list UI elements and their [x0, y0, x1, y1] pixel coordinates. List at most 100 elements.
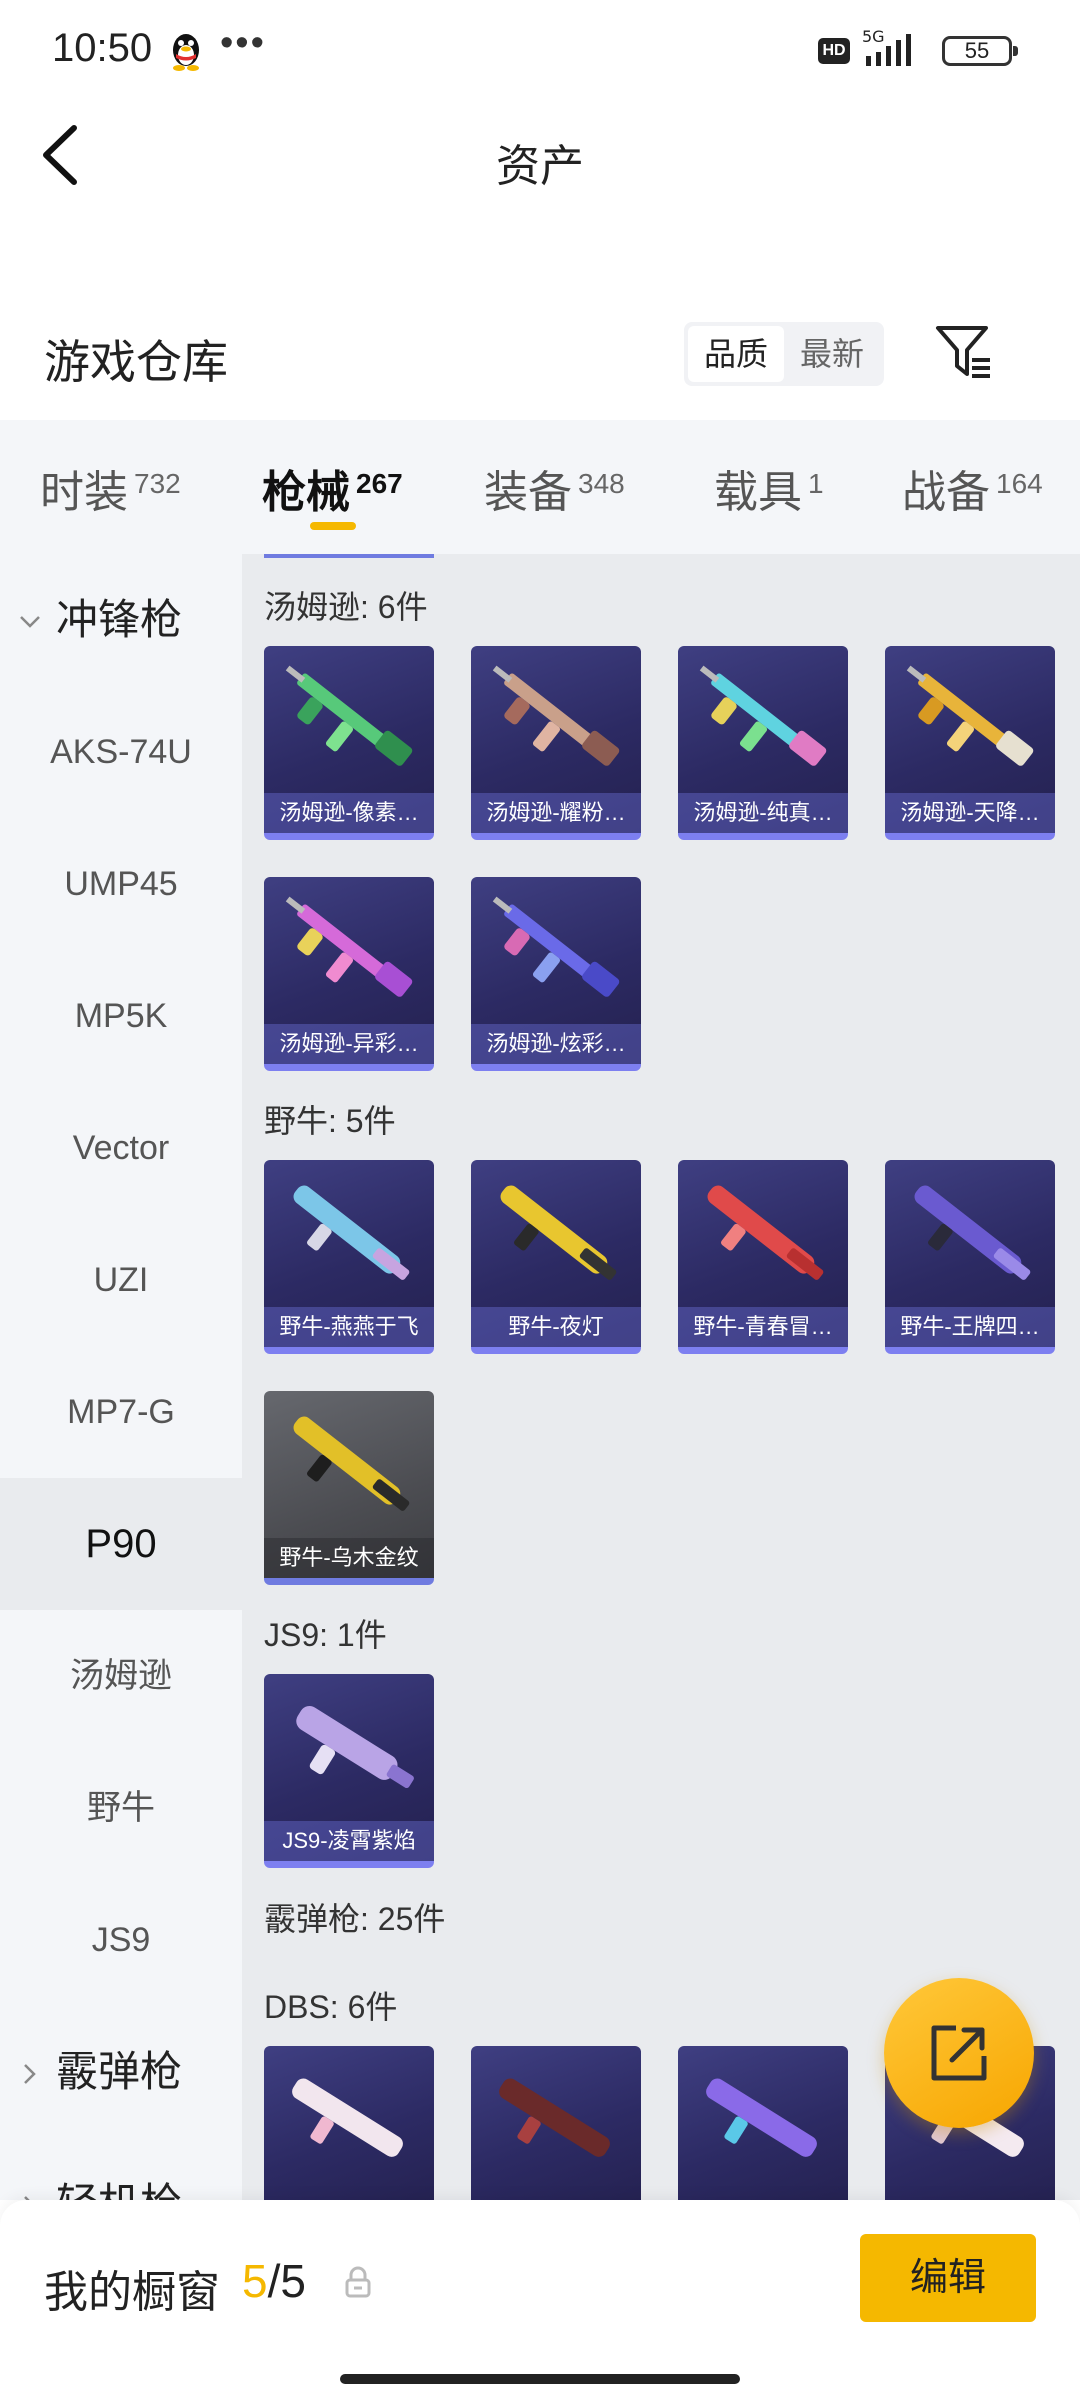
sidebar-item-mp5k[interactable]: MP5K [0, 950, 242, 1082]
group-label-dbs: DBS: 6件 [264, 1989, 398, 2025]
weapon-card-name: 汤姆逊-耀粉… [471, 793, 641, 833]
sidebar-item-p90[interactable]: P90 [0, 1478, 242, 1610]
thompson-gun-icon [492, 896, 620, 997]
warehouse-title: 游戏仓库 [44, 336, 228, 388]
group-label-shotgun: 霰弹枪: 25件 [264, 1901, 446, 1937]
weapon-card-name: 汤姆逊-炫彩… [471, 1024, 641, 1064]
filter-icon[interactable] [934, 322, 994, 382]
tab-count: 1 [808, 468, 824, 499]
weapon-card-name: 野牛-乌木金纹 [264, 1538, 434, 1578]
weapon-card-name: 野牛-青春冒… [678, 1307, 848, 1347]
weapon-card[interactable]: 野牛-乌木金纹 [264, 1391, 434, 1585]
tab-count: 348 [578, 468, 625, 499]
share-button[interactable] [884, 1978, 1034, 2128]
sidebar-group-shotgun[interactable]: 霰弹枪 [0, 2006, 242, 2138]
weapon-card-name: 汤姆逊-天降… [885, 793, 1055, 833]
weapon-card[interactable] [471, 2046, 641, 2200]
tab-label: 装备 [484, 468, 572, 517]
bison-gun-icon [293, 1416, 410, 1511]
sidebar-group-label: 轻机枪 [56, 2180, 182, 2200]
sort-option-quality[interactable]: 品质 [688, 326, 784, 382]
tab-outfits[interactable]: 时装 732 [40, 456, 181, 520]
tab-firearms[interactable]: 枪械 267 [262, 456, 403, 520]
sidebar-item-mp7g[interactable]: MP7-G [0, 1346, 242, 1478]
tab-vehicles[interactable]: 载具 1 [714, 456, 824, 520]
weapon-card-name: 野牛-王牌四… [885, 1307, 1055, 1347]
weapon-card-name: 汤姆逊-异彩… [264, 1024, 434, 1064]
weapon-card-name: 野牛-燕燕于飞 [264, 1307, 434, 1347]
bison-gun-icon [293, 1185, 410, 1280]
showcase-label: 我的橱窗 [44, 2268, 220, 2317]
battery-level: 55 [964, 38, 990, 63]
weapon-card[interactable]: 汤姆逊-纯真… [678, 646, 848, 840]
bison-gun-icon [707, 1185, 824, 1280]
js9-gun-icon [296, 1706, 414, 1789]
tab-combat-gear[interactable]: 战备 164 [902, 456, 1043, 520]
sidebar-group-lmg[interactable]: 轻机枪 [0, 2138, 242, 2200]
dbs-shotgun-icon [499, 2078, 610, 2157]
weapon-card[interactable]: 汤姆逊-像素… [264, 646, 434, 840]
thompson-gun-icon [699, 665, 827, 766]
showcase-bar: 我的橱窗 5/5 编辑 [0, 2200, 1080, 2400]
weapon-card[interactable]: JS9-凌霄紫焰 [264, 1674, 434, 1868]
thompson-gun-icon [285, 896, 413, 997]
thompson-gun-icon [285, 665, 413, 766]
sidebar-item-ump45[interactable]: UMP45 [0, 818, 242, 950]
weapon-card[interactable]: 汤姆逊-异彩… [264, 877, 434, 1071]
category-tabs: 时装 732 枪械 267 装备 348 载具 1 战备 164 [0, 420, 1080, 554]
tab-count: 164 [996, 468, 1043, 499]
group-label-bison: 野牛: 5件 [264, 1103, 396, 1139]
dbs-shotgun-icon [706, 2078, 817, 2157]
thompson-gun-icon [492, 665, 620, 766]
qq-penguin-icon [173, 34, 199, 71]
weapon-card[interactable]: 野牛-王牌四… [885, 1160, 1055, 1354]
weapon-card[interactable]: 汤姆逊-天降… [885, 646, 1055, 840]
weapon-card[interactable]: 野牛-燕燕于飞 [264, 1160, 434, 1354]
weapon-card-name: JS9-凌霄紫焰 [264, 1821, 434, 1861]
sidebar-item-bison[interactable]: 野牛 [0, 1742, 242, 1874]
weapon-card[interactable]: 汤姆逊-耀粉… [471, 646, 641, 840]
network-label: 5G [862, 27, 885, 46]
tab-label: 时装 [40, 468, 128, 517]
weapon-card[interactable]: 野牛-青春冒… [678, 1160, 848, 1354]
group-label-js9: JS9: 1件 [264, 1617, 387, 1653]
weapon-card[interactable] [678, 2046, 848, 2200]
tab-label: 枪械 [262, 468, 350, 517]
hd-icon: HD [818, 38, 850, 64]
status-time: 10:50 [52, 26, 153, 70]
dbs-shotgun-icon [292, 2078, 403, 2157]
battery-icon: 55 [942, 36, 1018, 66]
weapon-card[interactable] [264, 2046, 434, 2200]
thompson-gun-icon [906, 665, 1034, 766]
page-title: 资产 [496, 142, 584, 191]
showcase-current: 5 [242, 2255, 268, 2307]
sidebar-item-js9[interactable]: JS9 [0, 1874, 242, 2006]
share-icon [931, 2025, 987, 2081]
tab-count: 267 [356, 468, 403, 499]
sort-option-newest[interactable]: 最新 [784, 326, 880, 382]
sidebar-item-vector[interactable]: Vector [0, 1082, 242, 1214]
signal-icon: 5G [862, 27, 911, 66]
showcase-total: /5 [267, 2255, 306, 2307]
chevron-down-icon [20, 616, 40, 628]
sidebar-group-smg[interactable]: 冲锋枪 [0, 554, 242, 686]
status-bar: 10:50 ••• HD 5G 55 [0, 0, 1080, 100]
weapon-sidebar: 冲锋枪 AKS-74U UMP45 MP5K Vector UZI MP7-G … [0, 554, 242, 2200]
tab-count: 732 [134, 468, 181, 499]
sidebar-item-uzi[interactable]: UZI [0, 1214, 242, 1346]
weapon-card-name: 汤姆逊-像素… [264, 793, 434, 833]
weapon-card-name: 汤姆逊-纯真… [678, 793, 848, 833]
more-notifications-icon: ••• [220, 22, 266, 64]
home-indicator[interactable] [340, 2374, 740, 2384]
weapon-card[interactable]: 汤姆逊-炫彩… [471, 877, 641, 1071]
edit-button[interactable]: 编辑 [860, 2234, 1036, 2322]
sidebar-item-thompson[interactable]: 汤姆逊 [0, 1610, 242, 1742]
sidebar-group-label: 霰弹枪 [56, 2048, 183, 2095]
tab-equipment[interactable]: 装备 348 [484, 456, 625, 520]
active-tab-indicator [310, 522, 356, 530]
weapon-card[interactable]: 野牛-夜灯 [471, 1160, 641, 1354]
weapon-card-name: 野牛-夜灯 [471, 1307, 641, 1347]
sidebar-item-aks74u[interactable]: AKS-74U [0, 686, 242, 818]
sidebar-group-label: 冲锋枪 [56, 596, 183, 643]
weapon-grid: 汤姆逊: 6件 汤姆逊-像素… 汤姆逊-耀粉… 汤姆逊-纯真… 汤姆逊-天降… … [242, 554, 1080, 2200]
